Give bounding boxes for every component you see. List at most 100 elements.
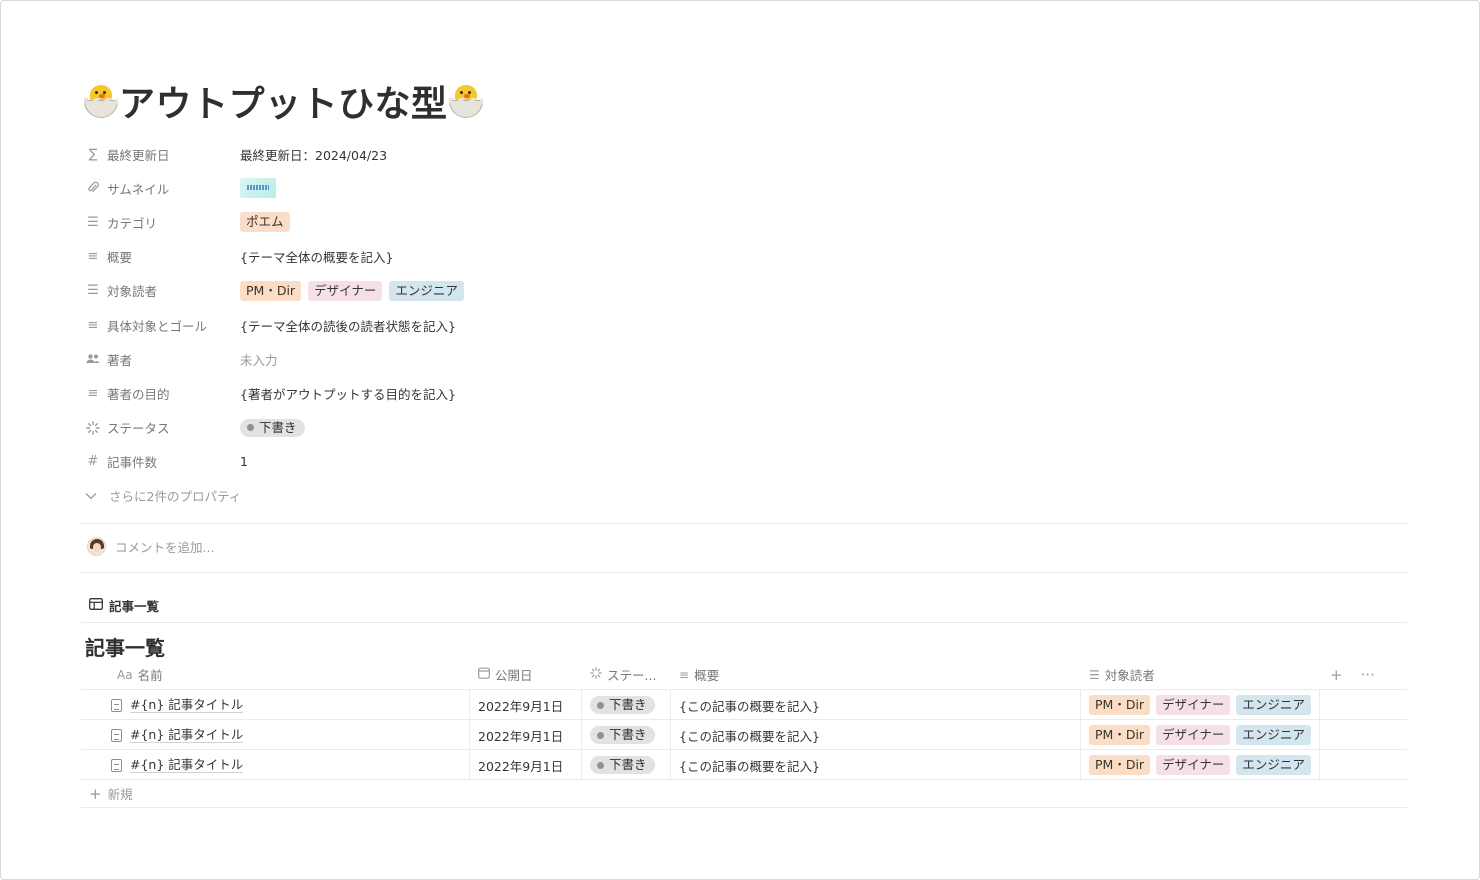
reader-tag-designer: デザイナー <box>1156 755 1231 775</box>
reader-tag-pm: PM・Dir <box>1089 695 1151 715</box>
column-header-date[interactable]: 公開日 <box>470 660 582 690</box>
property-label[interactable]: ステータス <box>85 418 240 437</box>
status-spinner-icon <box>590 667 602 682</box>
table-row[interactable]: #{n} 記事タイトル 2022年9月1日 下書き {この記事の概要を記入} P… <box>81 690 1407 720</box>
list-icon: ☰ <box>87 214 99 230</box>
property-article-count: # 記事件数 1 <box>85 445 685 479</box>
property-author: 著者 未入力 <box>85 342 685 376</box>
category-tag: ポエム <box>240 212 290 233</box>
text-lines-icon: ≡ <box>87 249 99 265</box>
cell-status[interactable]: 下書き <box>582 720 671 750</box>
cell-readers[interactable]: PM・Dir デザイナー エンジニア <box>1081 750 1320 780</box>
page-title[interactable]: アウトプットひな型 <box>83 77 484 125</box>
cell-name[interactable]: #{n} 記事タイトル <box>81 720 470 750</box>
status-badge: 下書き <box>590 726 655 744</box>
table-row[interactable]: #{n} 記事タイトル 2022年9月1日 下書き {この記事の概要を記入} P… <box>81 720 1407 750</box>
status-badge: 下書き <box>590 696 655 714</box>
cell-readers[interactable]: PM・Dir デザイナー エンジニア <box>1081 690 1320 720</box>
property-label[interactable]: ≡ 具体対象とゴール <box>85 316 240 335</box>
list-icon: ☰ <box>1089 667 1100 682</box>
properties-panel: ∑ 最終更新日 最終更新日：2024/04/23 サムネイル ☰ カテゴリ ポエ… <box>85 137 685 513</box>
property-label[interactable]: # 記事件数 <box>85 452 240 471</box>
avatar <box>87 537 106 556</box>
people-icon <box>85 351 101 367</box>
cell-empty[interactable] <box>1320 750 1407 780</box>
cell-name[interactable]: #{n} 記事タイトル <box>81 690 470 720</box>
cell-summary[interactable]: {この記事の概要を記入} <box>671 690 1081 720</box>
property-value[interactable]: {テーマ全体の概要を記入} <box>240 247 393 266</box>
property-label[interactable]: サムネイル <box>85 179 240 198</box>
cell-empty[interactable] <box>1320 690 1407 720</box>
property-label[interactable]: 著者 <box>85 350 240 369</box>
tab-table-view[interactable]: 記事一覧 <box>89 596 159 615</box>
reader-tag-pm: PM・Dir <box>240 280 302 301</box>
reader-tag-engineer: エンジニア <box>1236 695 1311 715</box>
property-value[interactable]: {テーマ全体の読後の読者状態を記入} <box>240 316 456 335</box>
property-label[interactable]: ☰ 対象読者 <box>85 281 240 300</box>
property-value[interactable]: 未入力 <box>240 350 278 369</box>
divider <box>81 622 1407 623</box>
property-value[interactable]: PM・Dir デザイナー エンジニア <box>240 280 464 301</box>
cell-empty[interactable] <box>1320 720 1407 750</box>
more-properties-toggle[interactable]: さらに2件のプロパティ <box>85 479 685 513</box>
property-label[interactable]: ≡ 著者の目的 <box>85 384 240 403</box>
property-goal: ≡ 具体対象とゴール {テーマ全体の読後の読者状態を記入} <box>85 308 685 342</box>
status-badge: 下書き <box>590 756 655 774</box>
reader-tag-designer: デザイナー <box>308 280 383 301</box>
property-value[interactable]: {著者がアウトプットする目的を記入} <box>240 384 456 403</box>
cell-readers[interactable]: PM・Dir デザイナー エンジニア <box>1081 720 1320 750</box>
property-value[interactable]: 最終更新日：2024/04/23 <box>240 145 387 164</box>
status-spinner-icon <box>85 420 101 436</box>
property-category: ☰ カテゴリ ポエム <box>85 205 685 239</box>
cell-status[interactable]: 下書き <box>582 750 671 780</box>
thumbnail-image[interactable] <box>240 178 276 199</box>
property-value[interactable]: ポエム <box>240 212 290 233</box>
hatching-chick-icon <box>448 83 484 119</box>
text-lines-icon: ≡ <box>87 317 99 333</box>
property-summary: ≡ 概要 {テーマ全体の概要を記入} <box>85 240 685 274</box>
property-value[interactable]: 下書き <box>240 418 305 437</box>
hash-icon: # <box>87 454 99 470</box>
property-label[interactable]: ☰ カテゴリ <box>85 213 240 232</box>
property-status: ステータス 下書き <box>85 411 685 445</box>
property-label[interactable]: ∑ 最終更新日 <box>85 145 240 164</box>
more-options-button[interactable]: ··· <box>1361 666 1375 684</box>
paperclip-icon <box>85 180 101 196</box>
page-title-text: アウトプットひな型 <box>119 84 448 125</box>
database-title[interactable]: 記事一覧 <box>85 632 165 661</box>
status-badge: 下書き <box>240 418 305 437</box>
table-icon <box>89 598 103 613</box>
cell-summary[interactable]: {この記事の概要を記入} <box>671 720 1081 750</box>
property-last-updated: ∑ 最終更新日 最終更新日：2024/04/23 <box>85 137 685 171</box>
cell-name[interactable]: #{n} 記事タイトル <box>81 750 470 780</box>
database-table: Aa 名前 公開日 ステー... ≡ 概要 ☰ 対象読者 + ··· #{n} … <box>81 660 1407 808</box>
column-header-status[interactable]: ステー... <box>582 660 671 690</box>
cell-status[interactable]: 下書き <box>582 690 671 720</box>
column-header-name[interactable]: Aa 名前 <box>81 660 470 690</box>
add-column-button[interactable]: + <box>1330 666 1343 684</box>
table-row[interactable]: #{n} 記事タイトル 2022年9月1日 下書き {この記事の概要を記入} P… <box>81 750 1407 780</box>
property-thumbnail: サムネイル <box>85 171 685 205</box>
cell-date[interactable]: 2022年9月1日 <box>470 690 582 720</box>
property-target-readers: ☰ 対象読者 PM・Dir デザイナー エンジニア <box>85 274 685 308</box>
text-lines-icon: ≡ <box>87 385 99 401</box>
column-header-readers[interactable]: ☰ 対象読者 <box>1081 660 1320 690</box>
add-new-row-button[interactable]: + 新規 <box>81 780 1407 808</box>
hatching-chick-icon <box>83 83 119 119</box>
reader-tag-designer: デザイナー <box>1156 725 1231 745</box>
cell-summary[interactable]: {この記事の概要を記入} <box>671 750 1081 780</box>
reader-tag-pm: PM・Dir <box>1089 725 1151 745</box>
cell-date[interactable]: 2022年9月1日 <box>470 720 582 750</box>
chevron-down-icon <box>85 489 101 503</box>
comment-placeholder: コメントを追加... <box>115 540 215 555</box>
cell-date[interactable]: 2022年9月1日 <box>470 750 582 780</box>
page-icon <box>111 758 122 772</box>
column-header-summary[interactable]: ≡ 概要 <box>671 660 1081 690</box>
reader-tag-engineer: エンジニア <box>1236 755 1311 775</box>
reader-tag-pm: PM・Dir <box>1089 755 1151 775</box>
comment-input[interactable]: コメントを追加... <box>87 537 214 556</box>
property-label[interactable]: ≡ 概要 <box>85 247 240 266</box>
reader-tag-designer: デザイナー <box>1156 695 1231 715</box>
property-value[interactable]: 1 <box>240 454 248 469</box>
divider <box>81 523 1407 524</box>
